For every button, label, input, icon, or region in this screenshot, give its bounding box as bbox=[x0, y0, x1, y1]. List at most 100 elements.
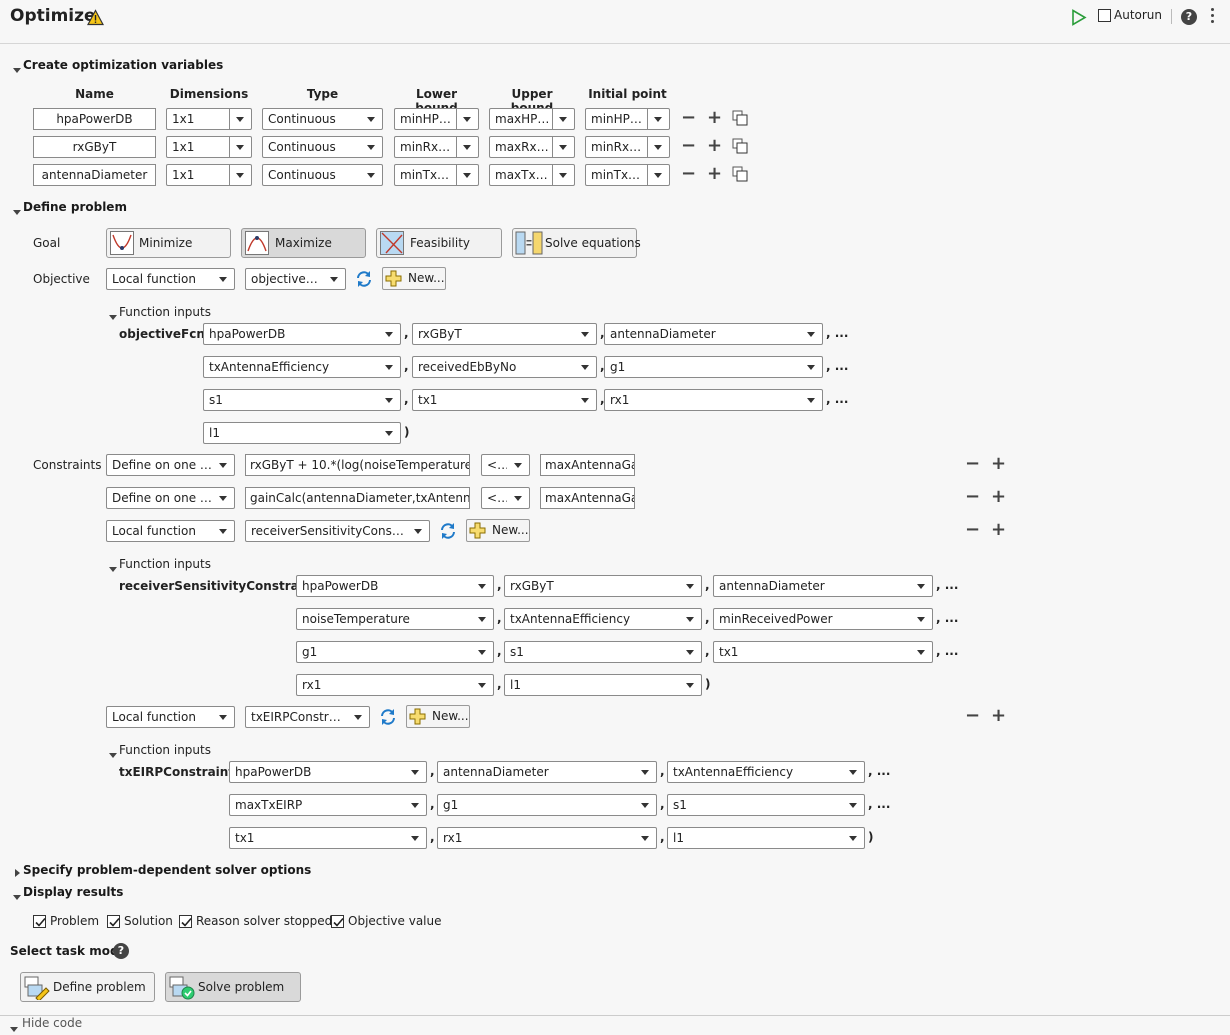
remove-variable-button[interactable]: − bbox=[681, 137, 696, 155]
constraint-kind-dropdown[interactable]: Define on one line bbox=[106, 487, 235, 509]
run-icon[interactable] bbox=[1071, 9, 1087, 26]
section-solver-options-title[interactable]: Specify problem-dependent solver options bbox=[23, 863, 311, 877]
constraint4-fcn-dropdown[interactable]: txEIRPConstraint bbox=[245, 706, 370, 728]
feasibility-button[interactable]: Feasibility bbox=[376, 228, 502, 258]
local1-arg-dropdown[interactable]: s1 bbox=[504, 641, 702, 663]
var-lower-dropdown[interactable]: minTx… bbox=[394, 164, 479, 186]
var-upper-dropdown[interactable]: maxRx… bbox=[489, 136, 575, 158]
display-checkbox[interactable] bbox=[331, 915, 344, 928]
objective-kind-dropdown[interactable]: Local function bbox=[106, 268, 235, 290]
local2-arg-dropdown[interactable]: g1 bbox=[437, 794, 657, 816]
add-constraint4-button[interactable]: + bbox=[991, 707, 1006, 725]
collapse-display-icon[interactable] bbox=[13, 889, 21, 903]
add-constraint-button[interactable]: + bbox=[991, 488, 1006, 506]
constraint3-new-button[interactable]: New... bbox=[466, 519, 530, 542]
local1-arg-dropdown[interactable]: g1 bbox=[296, 641, 494, 663]
constraint-operator-dropdown[interactable]: <= bbox=[481, 454, 530, 476]
solve-problem-mode-button[interactable]: Solve problem bbox=[165, 972, 301, 1002]
objective-arg-dropdown[interactable]: tx1 bbox=[412, 389, 597, 411]
display-checkbox[interactable] bbox=[33, 915, 46, 928]
objective-arg-dropdown[interactable]: l1 bbox=[203, 422, 401, 444]
collapse-define-icon[interactable] bbox=[13, 204, 21, 218]
objective-arg-dropdown[interactable]: rxGByT bbox=[412, 323, 597, 345]
local1-inputs-label[interactable]: Function inputs bbox=[119, 557, 211, 571]
constraint-operator-dropdown[interactable]: <= bbox=[481, 487, 530, 509]
maximize-button[interactable]: Maximize bbox=[241, 228, 366, 258]
hide-code-link[interactable]: Hide code bbox=[22, 1016, 82, 1030]
solve-equations-button[interactable]: Solve equations bbox=[512, 228, 641, 258]
constraint-rhs-field[interactable]: maxAntennaGai bbox=[540, 487, 635, 509]
collapse-objective-inputs-icon[interactable] bbox=[109, 309, 117, 323]
objective-arg-dropdown[interactable]: s1 bbox=[203, 389, 401, 411]
collapse-local2-inputs-icon[interactable] bbox=[109, 747, 117, 761]
refresh-icon[interactable] bbox=[355, 270, 373, 288]
local2-arg-dropdown[interactable]: s1 bbox=[667, 794, 865, 816]
objective-arg-dropdown[interactable]: hpaPowerDB bbox=[203, 323, 401, 345]
local2-arg-dropdown[interactable]: hpaPowerDB bbox=[229, 761, 427, 783]
refresh-icon[interactable] bbox=[379, 708, 397, 726]
local2-arg-dropdown[interactable]: txAntennaEfficiency bbox=[667, 761, 865, 783]
local2-arg-dropdown[interactable]: l1 bbox=[667, 827, 865, 849]
local2-arg-dropdown[interactable]: rx1 bbox=[437, 827, 657, 849]
objective-arg-dropdown[interactable]: antennaDiameter bbox=[604, 323, 823, 345]
refresh-icon[interactable] bbox=[439, 522, 457, 540]
constraint4-kind-dropdown[interactable]: Local function bbox=[106, 706, 235, 728]
constraint3-fcn-dropdown[interactable]: receiverSensitivityConstraint bbox=[245, 520, 430, 542]
constraint-rhs-field[interactable]: maxAntennaGai bbox=[540, 454, 635, 476]
var-name-field[interactable]: antennaDiameter bbox=[33, 164, 156, 186]
objective-arg-dropdown[interactable]: g1 bbox=[604, 356, 823, 378]
copy-icon[interactable] bbox=[732, 166, 748, 182]
section-variables-title[interactable]: Create optimization variables bbox=[23, 58, 223, 72]
more-options-icon[interactable] bbox=[1211, 8, 1215, 23]
objective-arg-dropdown[interactable]: receivedEbByNo bbox=[412, 356, 597, 378]
add-constraint3-button[interactable]: + bbox=[991, 521, 1006, 539]
remove-constraint4-button[interactable]: − bbox=[965, 707, 980, 725]
remove-variable-button[interactable]: − bbox=[681, 109, 696, 127]
objective-arg-dropdown[interactable]: txAntennaEfficiency bbox=[203, 356, 401, 378]
local2-arg-dropdown[interactable]: tx1 bbox=[229, 827, 427, 849]
remove-constraint-button[interactable]: − bbox=[965, 455, 980, 473]
collapse-local1-inputs-icon[interactable] bbox=[109, 561, 117, 575]
expand-solver-options-icon[interactable] bbox=[15, 866, 20, 880]
remove-constraint-button[interactable]: − bbox=[965, 488, 980, 506]
collapse-variables-icon[interactable] bbox=[13, 62, 21, 76]
constraint4-new-button[interactable]: New... bbox=[406, 705, 470, 728]
objective-arg-dropdown[interactable]: rx1 bbox=[604, 389, 823, 411]
var-upper-dropdown[interactable]: maxHP… bbox=[489, 108, 575, 130]
var-name-field[interactable]: hpaPowerDB bbox=[33, 108, 156, 130]
remove-variable-button[interactable]: − bbox=[681, 165, 696, 183]
section-define-title[interactable]: Define problem bbox=[23, 200, 127, 214]
constraint-expression-field[interactable]: gainCalc(antennaDiameter,txAntennaEff bbox=[245, 487, 470, 509]
local1-arg-dropdown[interactable]: rx1 bbox=[296, 674, 494, 696]
local1-arg-dropdown[interactable]: tx1 bbox=[713, 641, 933, 663]
add-variable-button[interactable]: + bbox=[707, 137, 722, 155]
copy-icon[interactable] bbox=[732, 138, 748, 154]
var-dimensions-dropdown[interactable]: 1x1 bbox=[166, 136, 252, 158]
display-checkbox[interactable] bbox=[107, 915, 120, 928]
local1-arg-dropdown[interactable]: l1 bbox=[504, 674, 702, 696]
var-type-dropdown[interactable]: Continuous bbox=[262, 108, 383, 130]
task-mode-help-icon[interactable]: ? bbox=[113, 943, 129, 959]
define-problem-mode-button[interactable]: Define problem bbox=[20, 972, 155, 1002]
var-type-dropdown[interactable]: Continuous bbox=[262, 164, 383, 186]
constraint3-kind-dropdown[interactable]: Local function bbox=[106, 520, 235, 542]
var-upper-dropdown[interactable]: maxTx… bbox=[489, 164, 575, 186]
var-dimensions-dropdown[interactable]: 1x1 bbox=[166, 164, 252, 186]
var-type-dropdown[interactable]: Continuous bbox=[262, 136, 383, 158]
copy-icon[interactable] bbox=[732, 110, 748, 126]
objective-inputs-label[interactable]: Function inputs bbox=[119, 305, 211, 319]
constraint-kind-dropdown[interactable]: Define on one line bbox=[106, 454, 235, 476]
var-lower-dropdown[interactable]: minHP… bbox=[394, 108, 479, 130]
var-name-field[interactable]: rxGByT bbox=[33, 136, 156, 158]
local1-arg-dropdown[interactable]: antennaDiameter bbox=[713, 575, 933, 597]
add-constraint-button[interactable]: + bbox=[991, 455, 1006, 473]
help-icon[interactable]: ? bbox=[1181, 9, 1197, 25]
objective-new-button[interactable]: New... bbox=[382, 267, 446, 290]
local1-arg-dropdown[interactable]: minReceivedPower bbox=[713, 608, 933, 630]
hide-code-icon[interactable] bbox=[10, 1021, 18, 1035]
display-checkbox[interactable] bbox=[179, 915, 192, 928]
section-display-title[interactable]: Display results bbox=[23, 885, 123, 899]
objective-fcn-dropdown[interactable]: objectiveFcn bbox=[245, 268, 346, 290]
var-dimensions-dropdown[interactable]: 1x1 bbox=[166, 108, 252, 130]
var-initial-dropdown[interactable]: minTx… bbox=[585, 164, 670, 186]
